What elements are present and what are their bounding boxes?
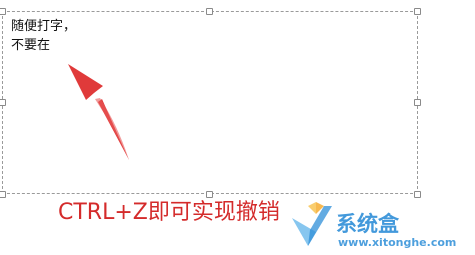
watermark-name: 系统盒 (336, 212, 399, 236)
watermark-logo: 系统盒 www.xitonghe.com (286, 196, 475, 255)
arrow-shaft-highlight (95, 98, 129, 160)
arrow-head (68, 64, 103, 100)
instruction-caption: CTRL+Z即可实现撤销 (58, 200, 280, 225)
watermark-url: www.xitonghe.com (338, 236, 457, 249)
slide-canvas: 随便打字， 不要在 CTRL+Z即可实现撤销 系统盒 www.xitonghe.… (0, 0, 475, 255)
